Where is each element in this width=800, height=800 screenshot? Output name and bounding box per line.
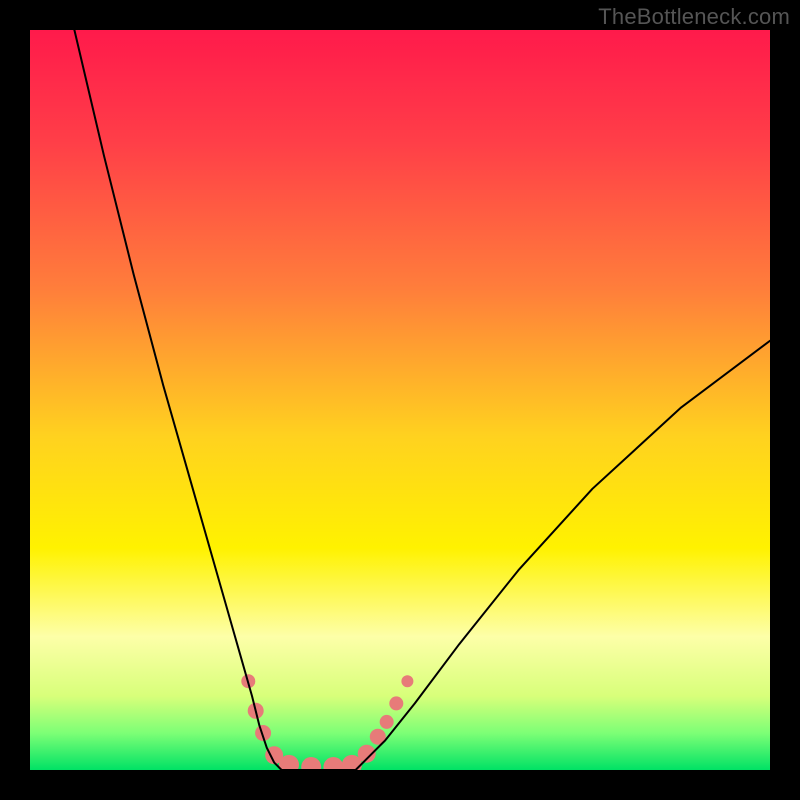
plot-area: [30, 30, 770, 770]
marker-point: [301, 757, 321, 770]
marker-point: [323, 757, 343, 770]
marker-point: [389, 696, 403, 710]
curve-layer: [30, 30, 770, 770]
chart-frame: TheBottleneck.com: [0, 0, 800, 800]
marker-point: [401, 675, 413, 687]
marker-point: [380, 715, 394, 729]
marker-group: [241, 674, 413, 770]
watermark-text: TheBottleneck.com: [598, 4, 790, 30]
bottleneck-curve: [74, 30, 770, 770]
